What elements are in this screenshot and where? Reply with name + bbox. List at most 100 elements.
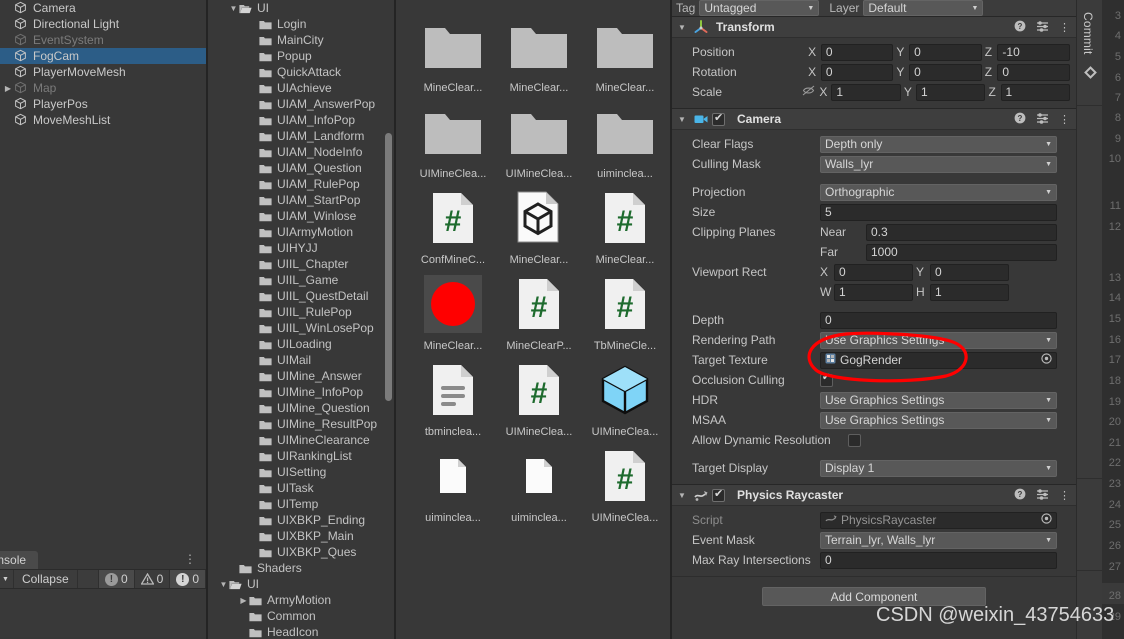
field-y[interactable]: 1: [915, 83, 986, 101]
object-picker-icon[interactable]: [1041, 353, 1052, 367]
project-tree-item[interactable]: UIMineClearance: [208, 432, 396, 448]
asset-item[interactable]: uiminclea...: [410, 444, 496, 524]
asset-item[interactable]: UIMineClea...: [582, 358, 668, 438]
component-menu-kebab-icon[interactable]: ⋮: [1059, 489, 1070, 502]
tag-dropdown[interactable]: Untagged ▼: [699, 0, 820, 16]
collapse-arrow-icon[interactable]: ▼: [678, 23, 692, 32]
component-enabled-checkbox[interactable]: [712, 487, 725, 502]
project-tree-item[interactable]: UIAM_NodeInfo: [208, 144, 396, 160]
checkbox-allow-dynamic-resolution[interactable]: [848, 433, 861, 447]
project-tree-item[interactable]: UISetting: [208, 464, 396, 480]
expand-arrow-icon[interactable]: ▶: [2, 84, 14, 93]
project-tree-item[interactable]: UIAM_Question: [208, 160, 396, 176]
clear-dropdown-button[interactable]: ▼: [0, 570, 14, 588]
asset-item[interactable]: # MineClear...: [582, 186, 668, 266]
component-menu-kebab-icon[interactable]: ⋮: [1059, 113, 1070, 126]
camera-component-header[interactable]: ▼Camera?⋮: [672, 108, 1076, 130]
asset-item[interactable]: uiminclea...: [582, 100, 668, 180]
error-count-badge[interactable]: ! 0: [170, 570, 206, 588]
field-rect-1[interactable]: 0: [834, 263, 913, 281]
project-tree-item[interactable]: UIMine_ResultPop: [208, 416, 396, 432]
project-tree-item[interactable]: Common: [208, 608, 396, 624]
asset-item[interactable]: # ConfMineC...: [410, 186, 496, 266]
expand-arrow-icon[interactable]: ▶: [238, 596, 249, 605]
asset-item[interactable]: tbminclea...: [410, 358, 496, 438]
log-count-badge[interactable]: ! 0: [98, 570, 135, 588]
help-icon[interactable]: ?: [1014, 488, 1026, 503]
project-tree-item[interactable]: ▼ UI: [208, 0, 396, 16]
asset-item[interactable]: uiminclea...: [496, 444, 582, 524]
layer-dropdown[interactable]: Default ▼: [863, 0, 984, 16]
project-tree-item[interactable]: UIMail: [208, 352, 396, 368]
project-tree-item[interactable]: UIAM_AnswerPop: [208, 96, 396, 112]
project-tree-item[interactable]: UIXBKP_Ques: [208, 544, 396, 560]
field-rect-1[interactable]: 1: [834, 283, 913, 301]
field-y[interactable]: 0: [909, 43, 982, 61]
presets-icon[interactable]: [1036, 488, 1049, 503]
console-log-area[interactable]: [0, 589, 206, 637]
project-tree-item[interactable]: Login: [208, 16, 396, 32]
object-field-target-texture[interactable]: GogRender: [820, 351, 1057, 369]
constrain-proportions-icon[interactable]: [802, 85, 815, 99]
hierarchy-item-playermovemesh[interactable]: PlayerMoveMesh: [0, 64, 206, 80]
dropdown-projection[interactable]: Orthographic ▼: [820, 183, 1057, 201]
dropdown-culling-mask[interactable]: Walls_lyr ▼: [820, 155, 1057, 173]
project-tree-item[interactable]: ▼ UI: [208, 576, 396, 592]
collapse-arrow-icon[interactable]: ▼: [678, 491, 692, 500]
field-z[interactable]: 0: [997, 63, 1070, 81]
project-tree-item[interactable]: UITask: [208, 480, 396, 496]
project-tree-item[interactable]: UIHYJJ: [208, 240, 396, 256]
field-z[interactable]: -10: [997, 43, 1070, 61]
expand-arrow-icon[interactable]: ▼: [218, 580, 229, 589]
dropdown-rendering-path[interactable]: Use Graphics Settings ▼: [820, 331, 1057, 349]
help-icon[interactable]: ?: [1014, 112, 1026, 127]
physics-raycaster-component-header[interactable]: ▼Physics Raycaster?⋮: [672, 484, 1076, 506]
field-x[interactable]: 0: [820, 43, 894, 61]
project-tree-item[interactable]: UIAM_Landform: [208, 128, 396, 144]
project-tree-item[interactable]: UIMine_InfoPop: [208, 384, 396, 400]
asset-item[interactable]: # TbMineCle...: [582, 272, 668, 352]
presets-icon[interactable]: [1036, 112, 1049, 127]
project-tree-item[interactable]: ▶ ArmyMotion: [208, 592, 396, 608]
component-menu-kebab-icon[interactable]: ⋮: [1059, 21, 1070, 34]
hierarchy-item-playerpos[interactable]: PlayerPos: [0, 96, 206, 112]
dropdown-msaa[interactable]: Use Graphics Settings ▼: [820, 411, 1057, 429]
collapse-arrow-icon[interactable]: ▼: [678, 115, 692, 124]
field-rect-2[interactable]: 0: [930, 263, 1009, 281]
asset-item[interactable]: UIMineClea...: [410, 100, 496, 180]
field-x[interactable]: 0: [820, 63, 894, 81]
hierarchy-item-movemeshlist[interactable]: MoveMeshList: [0, 112, 206, 128]
project-tree-item[interactable]: Shaders: [208, 560, 396, 576]
tab-console[interactable]: Console: [0, 551, 39, 569]
asset-item[interactable]: # UIMineClea...: [496, 358, 582, 438]
project-tree-item[interactable]: UITemp: [208, 496, 396, 512]
object-picker-icon[interactable]: [1041, 513, 1052, 527]
field-clipping[interactable]: 0.3: [866, 223, 1057, 241]
transform-component-header[interactable]: ▼ Transform? ⋮: [672, 16, 1076, 38]
hierarchy-item-fogcam[interactable]: FogCam: [0, 48, 206, 64]
hierarchy-item-camera[interactable]: Camera: [0, 0, 206, 16]
project-tree-item[interactable]: UIXBKP_Ending: [208, 512, 396, 528]
dropdown-hdr[interactable]: Use Graphics Settings ▼: [820, 391, 1057, 409]
field-x[interactable]: 1: [831, 83, 901, 101]
commit-diamond-icon[interactable]: [1084, 66, 1097, 79]
asset-item[interactable]: MineClear...: [496, 186, 582, 266]
hierarchy-item-eventsystem[interactable]: EventSystem: [0, 32, 206, 48]
asset-item[interactable]: # UIMineClea...: [582, 444, 668, 524]
hierarchy-item-map[interactable]: ▶ Map: [0, 80, 206, 96]
dropdown-event-mask[interactable]: Terrain_lyr, Walls_lyr ▼: [820, 531, 1057, 549]
asset-item[interactable]: MineClear...: [410, 272, 496, 352]
dropdown-target-display[interactable]: Display 1 ▼: [820, 459, 1057, 477]
asset-item[interactable]: MineClear...: [410, 14, 496, 94]
dropdown-clear-flags[interactable]: Depth only ▼: [820, 135, 1057, 153]
field-size[interactable]: 5: [820, 203, 1057, 221]
object-field-script[interactable]: PhysicsRaycaster: [820, 511, 1057, 529]
commit-tab-label[interactable]: Commit: [1081, 12, 1095, 55]
project-tree-item[interactable]: MainCity: [208, 32, 396, 48]
project-tree-item[interactable]: UIAM_InfoPop: [208, 112, 396, 128]
field-depth[interactable]: 0: [820, 311, 1057, 329]
project-tree-item[interactable]: UIAM_StartPop: [208, 192, 396, 208]
project-tree-item[interactable]: Popup: [208, 48, 396, 64]
field-max-ray-intersections[interactable]: 0: [820, 551, 1057, 569]
project-tree-item[interactable]: UIArmyMotion: [208, 224, 396, 240]
